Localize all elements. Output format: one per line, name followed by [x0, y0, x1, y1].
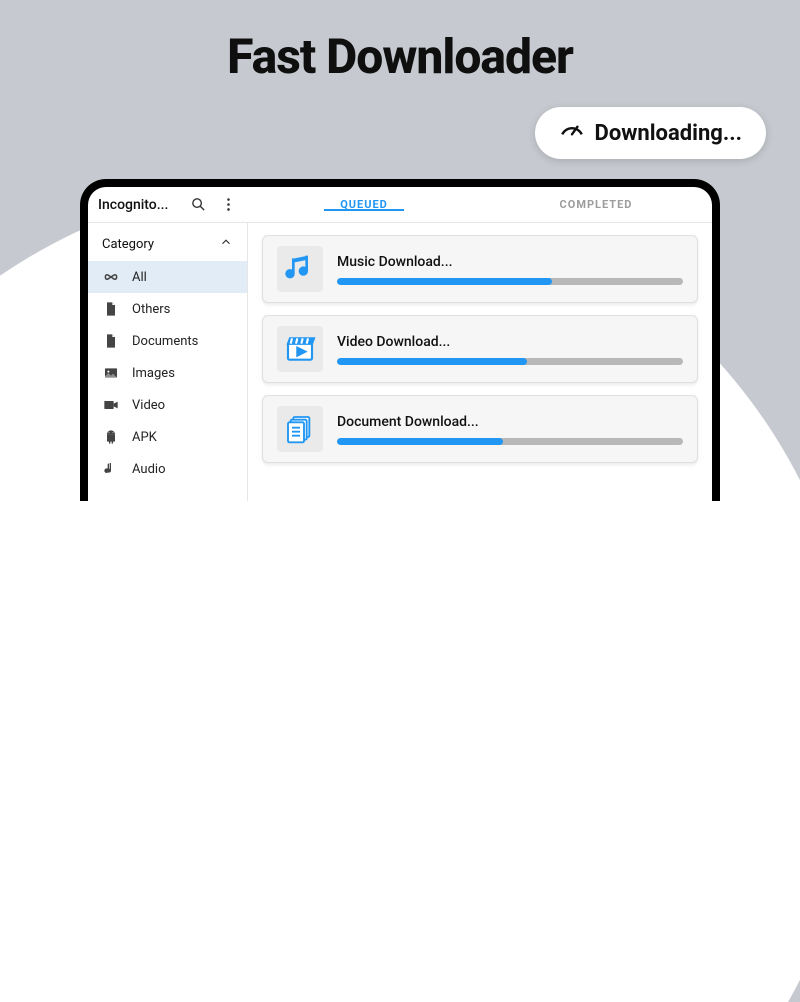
speedometer-icon: [559, 117, 585, 149]
file-icon: [102, 300, 120, 318]
progress-track: [337, 358, 683, 365]
sidebar-item-label: Documents: [132, 334, 198, 349]
sidebar-item-label: APK: [132, 430, 157, 445]
music-icon: [277, 246, 323, 292]
sidebar-item-video[interactable]: Video: [88, 389, 247, 421]
download-list: Music Download... Video Download... Docume…: [248, 223, 712, 501]
progress-track: [337, 438, 683, 445]
topbar: Incognito... QUEUEDCOMPLETED: [88, 187, 712, 223]
android-icon: [102, 428, 120, 446]
app-mode-label: Incognito...: [98, 197, 178, 213]
progress-bar: [337, 438, 503, 445]
tab-completed[interactable]: COMPLETED: [480, 198, 712, 211]
image-icon: [102, 364, 120, 382]
download-title: Music Download...: [337, 254, 683, 270]
download-title: Document Download...: [337, 414, 683, 430]
sidebar-item-label: All: [132, 270, 147, 285]
clapper-icon: [277, 326, 323, 372]
device-frame: Incognito... QUEUEDCOMPLETED Category Al…: [80, 179, 720, 501]
download-title: Video Download...: [337, 334, 683, 350]
sidebar-item-apk[interactable]: APK: [88, 421, 247, 453]
page-title: Fast Downloader: [0, 28, 800, 85]
docs-icon: [277, 406, 323, 452]
downloading-badge: Downloading...: [535, 107, 766, 159]
sidebar-item-documents[interactable]: Documents: [88, 325, 247, 357]
sidebar-item-label: Others: [132, 302, 170, 317]
file-icon: [102, 332, 120, 350]
chevron-up-icon: [219, 235, 233, 253]
category-header[interactable]: Category: [88, 223, 247, 261]
sidebar-item-label: Images: [132, 366, 175, 381]
sidebar: Category All Others Documents Images Video AP…: [88, 223, 248, 501]
audio-icon: [102, 460, 120, 478]
sidebar-item-all[interactable]: All: [88, 261, 247, 293]
progress-bar: [337, 358, 527, 365]
sidebar-item-audio[interactable]: Audio: [88, 453, 247, 485]
sidebar-item-label: Video: [132, 398, 165, 413]
sidebar-item-images[interactable]: Images: [88, 357, 247, 389]
tab-queued[interactable]: QUEUED: [248, 198, 480, 211]
download-card[interactable]: Music Download...: [262, 235, 698, 303]
download-card[interactable]: Video Download...: [262, 315, 698, 383]
video-icon: [102, 396, 120, 414]
more-icon[interactable]: [218, 195, 238, 215]
search-icon[interactable]: [188, 195, 208, 215]
infinity-icon: [102, 268, 120, 286]
category-header-label: Category: [102, 237, 154, 252]
progress-track: [337, 278, 683, 285]
downloading-badge-label: Downloading...: [595, 121, 742, 146]
download-card[interactable]: Document Download...: [262, 395, 698, 463]
sidebar-item-others[interactable]: Others: [88, 293, 247, 325]
sidebar-item-label: Audio: [132, 462, 165, 477]
progress-bar: [337, 278, 552, 285]
